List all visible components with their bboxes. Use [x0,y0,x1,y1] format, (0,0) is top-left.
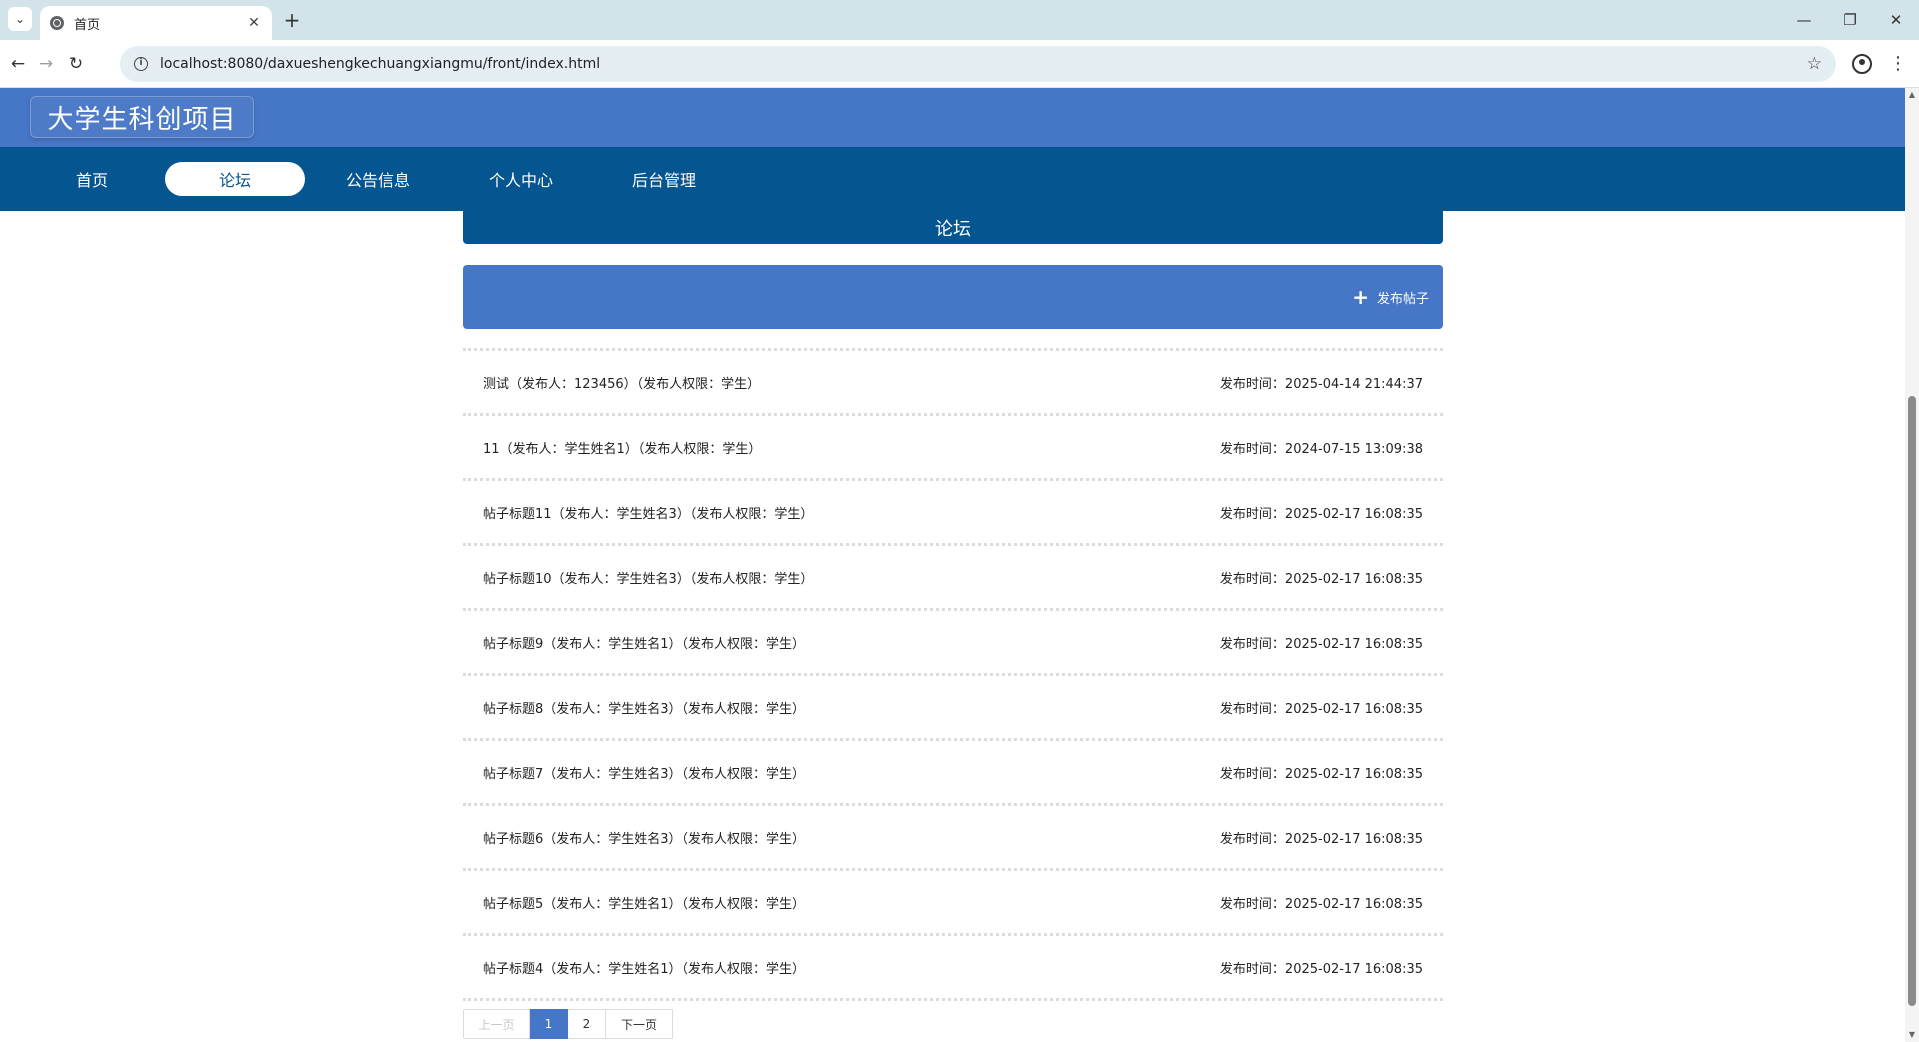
post-time: 发布时间：2025-04-14 21:44:37 [1219,376,1423,392]
post-title[interactable]: 11（发布人：学生姓名1）（发布人权限：学生） [483,438,761,457]
forum-banner: 论坛 [463,211,1443,244]
globe-icon [50,16,64,30]
publish-post-label: 发布帖子 [1376,291,1429,307]
page-button-2[interactable]: 2 [568,1009,606,1039]
post-title[interactable]: 帖子标题4（发布人：学生姓名1）（发布人权限：学生） [483,958,805,977]
post-title[interactable]: 帖子标题5（发布人：学生姓名1）（发布人权限：学生） [483,893,805,912]
tab-search-icon[interactable]: ⌄ [8,7,32,31]
main-nav: 首页 论坛 公告信息 个人中心 后台管理 [0,147,1905,211]
forward-icon[interactable]: → [34,52,58,76]
browser-tab[interactable]: 首页 ✕ [40,6,272,40]
post-row[interactable]: 测试（发布人：123456）（发布人权限：学生） 发布时间：2025-04-14… [463,348,1443,413]
nav-item-home[interactable]: 首页 [22,162,162,196]
scroll-up-icon[interactable]: ▲ [1905,88,1919,102]
page-scrollbar[interactable]: ▲ ▼ [1905,88,1919,1042]
post-time: 发布时间：2024-07-15 13:09:38 [1219,441,1423,457]
close-window-icon[interactable]: ✕ [1873,0,1919,40]
post-time: 发布时间：2025-02-17 16:08:35 [1219,571,1423,587]
nav-item-personal-center[interactable]: 个人中心 [451,162,591,196]
scrollbar-thumb[interactable] [1908,396,1916,1006]
post-title[interactable]: 帖子标题10（发布人：学生姓名3）（发布人权限：学生） [483,568,813,587]
nav-item-admin[interactable]: 后台管理 [594,162,734,196]
post-time: 发布时间：2025-02-17 16:08:35 [1219,766,1423,782]
post-time: 发布时间：2025-02-17 16:08:35 [1219,506,1423,522]
post-time: 发布时间：2025-02-17 16:08:35 [1219,701,1423,717]
post-time: 发布时间：2025-02-17 16:08:35 [1219,636,1423,652]
tab-title: 首页 [74,17,101,33]
window-controls: — ❐ ✕ [1781,0,1919,40]
browser-tab-bar: ⌄ 首页 ✕ + — ❐ ✕ [0,0,1919,40]
address-bar[interactable]: i localhost:8080/daxueshengkechuangxiang… [120,46,1836,82]
site-header: 大学生科创项目 [0,88,1905,147]
minimize-icon[interactable]: — [1781,0,1827,40]
nav-item-announcements[interactable]: 公告信息 [308,162,448,196]
forum-action-bar: + 发布帖子 [463,265,1443,329]
post-title[interactable]: 帖子标题8（发布人：学生姓名3）（发布人权限：学生） [483,698,805,717]
post-row[interactable]: 11（发布人：学生姓名1）（发布人权限：学生） 发布时间：2024-07-15 … [463,413,1443,478]
tab-close-icon[interactable]: ✕ [246,15,262,31]
scroll-down-icon[interactable]: ▼ [1905,1028,1919,1042]
new-tab-button[interactable]: + [280,8,304,32]
post-row[interactable]: 帖子标题8（发布人：学生姓名3）（发布人权限：学生） 发布时间：2025-02-… [463,673,1443,738]
prev-page-button[interactable]: 上一页 [463,1009,530,1039]
nav-item-forum[interactable]: 论坛 [165,162,305,196]
bookmark-star-icon[interactable]: ☆ [1807,54,1822,74]
next-page-button[interactable]: 下一页 [606,1009,673,1039]
post-row[interactable]: 帖子标题7（发布人：学生姓名3）（发布人权限：学生） 发布时间：2025-02-… [463,738,1443,803]
post-title[interactable]: 帖子标题6（发布人：学生姓名3）（发布人权限：学生） [483,828,805,847]
pagination: 上一页 1 2 下一页 [463,1009,673,1039]
more-menu-icon[interactable]: ⋮ [1888,52,1908,76]
site-title: 大学生科创项目 [30,96,254,138]
plus-icon: + [1352,285,1369,309]
publish-post-button[interactable]: + 发布帖子 [1352,285,1429,309]
list-divider [463,998,1443,1001]
profile-icon[interactable] [1852,54,1872,74]
post-title[interactable]: 帖子标题7（发布人：学生姓名3）（发布人权限：学生） [483,763,805,782]
post-row[interactable]: 帖子标题11（发布人：学生姓名3）（发布人权限：学生） 发布时间：2025-02… [463,478,1443,543]
restore-icon[interactable]: ❐ [1827,0,1873,40]
reload-icon[interactable]: ↻ [64,52,88,76]
page-button-1[interactable]: 1 [530,1009,568,1039]
site-info-icon[interactable]: i [134,57,148,71]
post-row[interactable]: 帖子标题6（发布人：学生姓名3）（发布人权限：学生） 发布时间：2025-02-… [463,803,1443,868]
post-title[interactable]: 帖子标题9（发布人：学生姓名1）（发布人权限：学生） [483,633,805,652]
post-time: 发布时间：2025-02-17 16:08:35 [1219,961,1423,977]
post-title[interactable]: 帖子标题11（发布人：学生姓名3）（发布人权限：学生） [483,503,813,522]
post-time: 发布时间：2025-02-17 16:08:35 [1219,831,1423,847]
browser-toolbar: ← → ↻ i localhost:8080/daxueshengkechuan… [0,40,1919,88]
back-icon[interactable]: ← [6,52,30,76]
post-row[interactable]: 帖子标题5（发布人：学生姓名1）（发布人权限：学生） 发布时间：2025-02-… [463,868,1443,933]
url-text[interactable]: localhost:8080/daxueshengkechuangxiangmu… [160,56,1807,72]
post-row[interactable]: 帖子标题10（发布人：学生姓名3）（发布人权限：学生） 发布时间：2025-02… [463,543,1443,608]
post-row[interactable]: 帖子标题4（发布人：学生姓名1）（发布人权限：学生） 发布时间：2025-02-… [463,933,1443,998]
post-row[interactable]: 帖子标题9（发布人：学生姓名1）（发布人权限：学生） 发布时间：2025-02-… [463,608,1443,673]
post-title[interactable]: 测试（发布人：123456）（发布人权限：学生） [483,373,760,392]
page-viewport: 大学生科创项目 首页 论坛 公告信息 个人中心 后台管理 论坛 + 发布帖子 测… [0,88,1919,1042]
post-time: 发布时间：2025-02-17 16:08:35 [1219,896,1423,912]
post-list: 测试（发布人：123456）（发布人权限：学生） 发布时间：2025-04-14… [463,348,1443,1001]
